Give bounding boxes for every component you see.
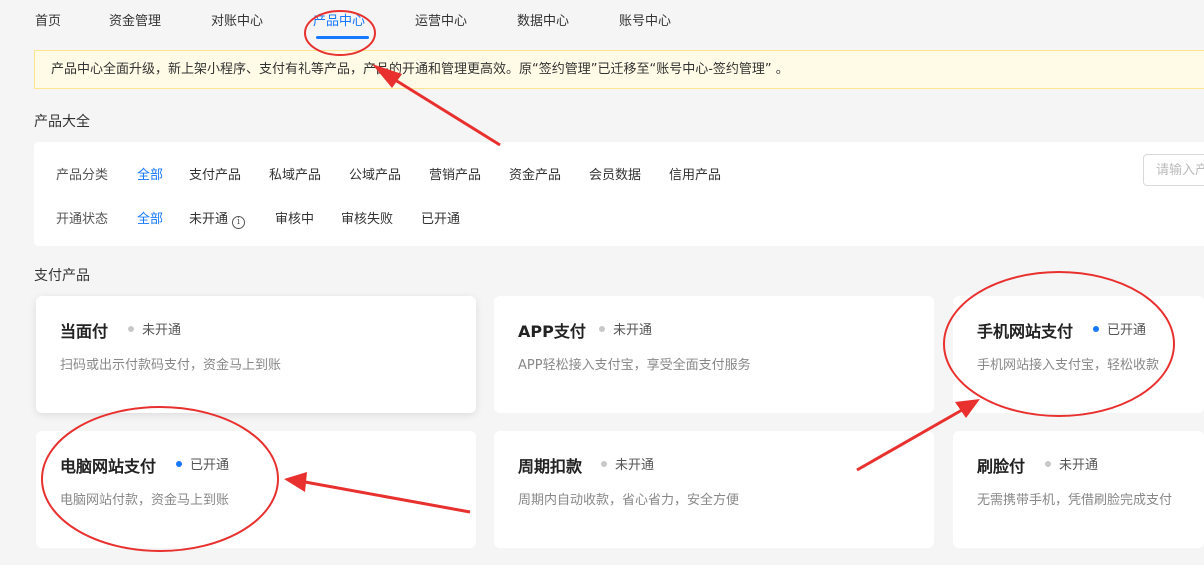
status-not-activated-option[interactable]: 未开通 i (189, 208, 246, 229)
payment-section-title: 支付产品 (34, 268, 90, 284)
nav-data[interactable]: 数据中心 (517, 10, 569, 29)
nav-funds[interactable]: 资金管理 (109, 10, 161, 29)
status-all[interactable]: 全部 (137, 208, 163, 227)
category-credit[interactable]: 信用产品 (669, 164, 721, 183)
status-dot-icon (601, 461, 607, 467)
status-dot-icon (128, 326, 134, 332)
nav-active-underline (316, 36, 369, 39)
product-card-periodic-deduction[interactable]: 周期扣款 未开通 周期内自动收款，省心省力，安全方便 (494, 431, 934, 548)
status-dot-icon (599, 326, 605, 332)
category-all[interactable]: 全部 (137, 164, 163, 183)
category-public[interactable]: 公域产品 (349, 164, 401, 183)
status-reviewing[interactable]: 审核中 (275, 208, 314, 227)
category-marketing[interactable]: 营销产品 (429, 164, 481, 183)
card-description: 扫码或出示付款码支付，资金马上到账 (60, 358, 282, 373)
card-status: 未开通 (599, 319, 652, 338)
product-card-pc-web-pay[interactable]: 电脑网站支付 已开通 电脑网站付款，资金马上到账 (36, 431, 476, 548)
card-title: APP支付 (518, 322, 586, 341)
status-not-activated-label: 未开通 (189, 212, 229, 227)
card-status: 未开通 (1045, 454, 1098, 473)
status-dot-icon (1045, 461, 1051, 467)
nav-products[interactable]: 产品中心 (313, 10, 365, 29)
top-nav: 首页 资金管理 对账中心 产品中心 运营中心 数据中心 账号中心 (0, 0, 1204, 40)
card-description: 无需携带手机，凭借刷脸完成支付 (977, 493, 1173, 508)
product-search-input[interactable] (1143, 154, 1204, 186)
card-title: 周期扣款 (518, 457, 583, 476)
category-funds[interactable]: 资金产品 (509, 164, 561, 183)
card-status-text: 未开通 (615, 458, 655, 473)
status-dot-icon (176, 461, 182, 467)
category-filter-label: 产品分类 (56, 168, 109, 183)
card-status-text: 未开通 (613, 323, 653, 338)
status-activated[interactable]: 已开通 (421, 208, 460, 227)
upgrade-notice: 产品中心全面升级，新上架小程序、支付有礼等产品，产品的开通和管理更高效。原“签约… (34, 50, 1204, 89)
card-status: 未开通 (128, 319, 181, 338)
nav-home[interactable]: 首页 (35, 10, 61, 29)
card-status-text: 未开通 (142, 323, 182, 338)
card-title: 当面付 (60, 322, 109, 341)
card-description: 手机网站接入支付宝，轻松收款 (977, 358, 1160, 373)
nav-operations[interactable]: 运营中心 (415, 10, 467, 29)
product-card-face-to-face[interactable]: 当面付 未开通 扫码或出示付款码支付，资金马上到账 (36, 296, 476, 413)
card-description: APP轻松接入支付宝，享受全面支付服务 (518, 358, 751, 373)
status-review-failed[interactable]: 审核失败 (341, 208, 393, 227)
status-dot-icon (1093, 326, 1099, 332)
nav-reconciliation[interactable]: 对账中心 (211, 10, 263, 29)
card-title: 手机网站支付 (977, 322, 1074, 341)
category-private[interactable]: 私域产品 (269, 164, 321, 183)
status-filter-label: 开通状态 (56, 212, 109, 227)
card-status-text: 已开通 (190, 458, 230, 473)
nav-account[interactable]: 账号中心 (619, 10, 671, 29)
card-status: 未开通 (601, 454, 654, 473)
card-description: 周期内自动收款，省心省力，安全方便 (518, 493, 740, 508)
card-title: 刷脸付 (977, 457, 1026, 476)
product-card-face-pay[interactable]: 刷脸付 未开通 无需携带手机，凭借刷脸完成支付 (953, 431, 1204, 548)
card-title: 电脑网站支付 (60, 457, 157, 476)
category-payment[interactable]: 支付产品 (189, 164, 241, 183)
product-card-app-pay[interactable]: APP支付 未开通 APP轻松接入支付宝，享受全面支付服务 (494, 296, 934, 413)
card-description: 电脑网站付款，资金马上到账 (60, 493, 230, 508)
card-status-text: 已开通 (1107, 323, 1147, 338)
card-status: 已开通 (176, 454, 229, 473)
info-icon[interactable]: i (232, 216, 246, 229)
card-status-text: 未开通 (1059, 458, 1099, 473)
category-member-data[interactable]: 会员数据 (589, 164, 641, 183)
filter-panel: 产品分类 全部 支付产品 私域产品 公域产品 营销产品 资金产品 会员数据 信用… (34, 142, 1204, 246)
catalog-title: 产品大全 (34, 114, 90, 130)
product-card-mobile-web-pay[interactable]: 手机网站支付 已开通 手机网站接入支付宝，轻松收款 (953, 296, 1204, 413)
card-status: 已开通 (1093, 319, 1146, 338)
